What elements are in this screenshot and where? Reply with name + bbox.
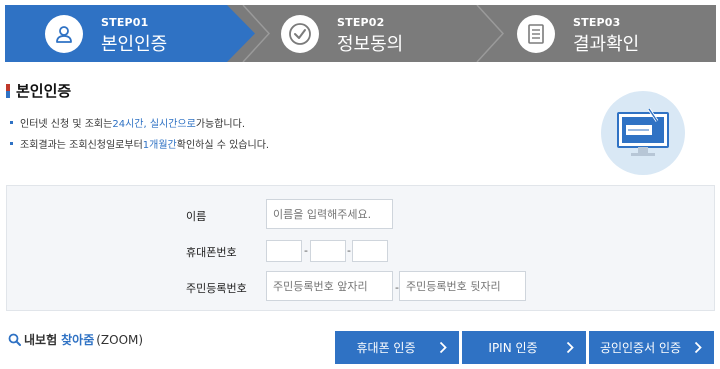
zoom-text: 내보험 (24, 333, 58, 347)
name-label: 이름 (186, 210, 207, 223)
certificate-auth-button[interactable]: 공인인증서 인증 (589, 331, 714, 364)
search-icon (8, 333, 21, 346)
rrn-front-input[interactable] (266, 271, 393, 301)
step-separator (475, 5, 505, 62)
zoom-find-text: 찾아줌 (61, 333, 95, 347)
notice-text: 가능합니다. (195, 119, 246, 130)
phone-auth-button[interactable]: 휴대폰 인증 (335, 331, 459, 364)
phone-separator: - (347, 244, 351, 257)
chevron-right-icon (566, 341, 574, 354)
rrn-back-input[interactable] (399, 271, 526, 301)
zoom-suffix: (ZOOM) (96, 332, 144, 347)
notice-text: 조회결과는 조회신청일로부터 (20, 140, 143, 151)
user-icon (45, 15, 83, 53)
notice-highlight: 1개월간 (142, 140, 177, 151)
notice-text: 인터넷 신청 및 조회는 (20, 119, 113, 130)
step-2-label: 정보동의 (337, 34, 404, 55)
phone-part3-input[interactable] (352, 240, 388, 262)
bullet-icon (10, 121, 13, 124)
notice-text: 확인하실 수 있습니다. (176, 140, 270, 151)
section-title: 본인인증 (16, 82, 72, 100)
step-1-number: STEP01 (101, 16, 149, 29)
ipin-auth-label: IPIN 인증 (488, 341, 538, 355)
certificate-auth-label: 공인인증서 인증 (599, 341, 682, 355)
insurance-zoom-link[interactable]: 내보험 찾아줌 (ZOOM) (8, 331, 143, 348)
heading-marker-icon (6, 83, 10, 98)
chevron-right-icon (439, 341, 447, 354)
ipin-auth-button[interactable]: IPIN 인증 (462, 331, 586, 364)
phone-separator: - (304, 244, 308, 257)
step-progress-bar: STEP01 본인인증 STEP02 정보동의 STEP03 결과확인 (5, 5, 716, 62)
phone-auth-label: 휴대폰 인증 (356, 341, 416, 355)
section-heading: 본인인증 (6, 80, 71, 101)
phone-part2-input[interactable] (310, 240, 346, 262)
notice-highlight: 24시간, 실시간으로 (112, 119, 196, 130)
notice-item: 조회결과는 조회신청일로부터 1개월간 확인하실 수 있습니다. (10, 136, 269, 151)
rrn-label: 주민등록번호 (186, 282, 247, 295)
step-1-label: 본인인증 (101, 34, 168, 55)
step-3-number: STEP03 (573, 16, 621, 29)
notice-item: 인터넷 신청 및 조회는 24시간, 실시간으로 가능합니다. (10, 115, 245, 130)
check-circle-icon (281, 15, 319, 53)
bullet-icon (10, 142, 13, 145)
step-3-label: 결과확인 (573, 34, 640, 55)
chevron-right-icon (694, 341, 702, 354)
name-input[interactable] (266, 199, 393, 229)
phone-part1-input[interactable] (266, 240, 302, 262)
document-icon (517, 15, 555, 53)
step-2-number: STEP02 (337, 16, 385, 29)
phone-label: 휴대폰번호 (186, 246, 237, 259)
monitor-illustration-icon (601, 91, 685, 175)
